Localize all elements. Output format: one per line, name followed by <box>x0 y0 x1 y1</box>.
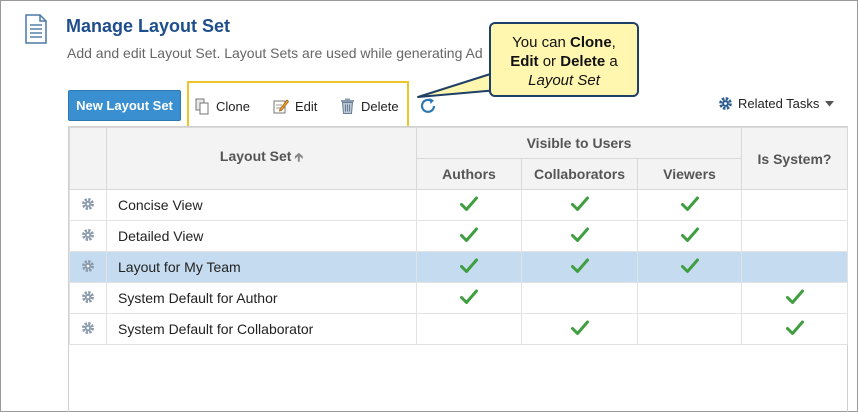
header-is-system[interactable]: Is System? <box>741 127 848 190</box>
callout-line-3: Layout Set <box>528 72 600 89</box>
refresh-icon[interactable] <box>418 96 438 116</box>
trash-icon <box>341 98 354 114</box>
row-gear-icon[interactable] <box>69 220 107 252</box>
clone-label: Clone <box>216 98 250 114</box>
clone-icon <box>195 98 209 114</box>
row-layout-set-name: System Default for Author <box>106 282 417 314</box>
check-icon <box>570 196 589 215</box>
header-actions <box>69 127 107 190</box>
row-collaborators-cell <box>521 251 638 283</box>
callout-line-2: Edit or Delete a <box>510 53 618 70</box>
chevron-down-icon <box>825 100 835 106</box>
delete-label: Delete <box>361 98 399 114</box>
row-layout-set-name: Detailed View <box>106 220 417 252</box>
check-icon <box>680 196 699 215</box>
callout-line-1: You can Clone, <box>512 34 616 51</box>
check-icon <box>460 258 478 277</box>
row-authors-cell <box>416 251 522 283</box>
edit-button[interactable]: Edit <box>273 96 317 116</box>
check-icon <box>460 227 478 246</box>
gear-icon <box>719 97 732 110</box>
header-layout-set[interactable]: Layout Set 🡱 <box>106 127 417 190</box>
check-icon <box>785 320 804 339</box>
row-authors-cell <box>416 313 522 345</box>
clone-button[interactable]: Clone <box>195 96 250 116</box>
row-layout-set-name: Concise View <box>106 189 417 221</box>
row-gear-icon[interactable] <box>69 313 107 345</box>
edit-label: Edit <box>295 98 318 114</box>
row-system-cell <box>741 220 848 252</box>
row-viewers-cell <box>637 189 742 221</box>
related-tasks-label: Related Tasks <box>738 96 820 111</box>
layout-set-grid: Layout Set 🡱 Visible to Users Is System? … <box>68 126 848 412</box>
row-gear-icon[interactable] <box>69 282 107 314</box>
page-title: Manage Layout Set <box>66 16 231 36</box>
row-authors-cell <box>416 189 522 221</box>
row-system-cell <box>741 282 848 314</box>
check-icon <box>460 196 478 215</box>
row-viewers-cell <box>637 282 742 314</box>
row-system-cell <box>741 313 848 345</box>
row-gear-icon[interactable] <box>69 189 107 221</box>
header-authors[interactable]: Authors <box>416 158 522 190</box>
header-visible-to-users: Visible to Users <box>416 127 742 159</box>
callout-note: You can Clone, Edit or Delete a Layout S… <box>489 22 639 97</box>
table-row[interactable]: Layout for My Team <box>69 251 848 283</box>
row-collaborators-cell <box>521 313 638 345</box>
table-row[interactable]: System Default for Collaborator <box>69 313 848 345</box>
sort-up-icon: 🡱 <box>294 150 304 164</box>
row-system-cell <box>741 251 848 283</box>
row-layout-set-name: System Default for Collaborator <box>106 313 417 345</box>
row-collaborators-cell <box>521 282 638 314</box>
check-icon <box>570 258 589 277</box>
page-subtitle: Add and edit Layout Set. Layout Sets are… <box>67 45 483 61</box>
document-icon <box>25 14 47 44</box>
row-viewers-cell <box>637 220 742 252</box>
row-authors-cell <box>416 220 522 252</box>
header-collaborators[interactable]: Collaborators <box>521 158 638 190</box>
table-row[interactable]: Concise View <box>69 189 848 221</box>
row-viewers-cell <box>637 251 742 283</box>
check-icon <box>680 258 699 277</box>
check-icon <box>460 289 478 308</box>
row-layout-set-name: Layout for My Team <box>106 251 417 283</box>
row-gear-icon[interactable] <box>69 251 107 283</box>
row-system-cell <box>741 189 848 221</box>
layout-set-table: Layout Set 🡱 Visible to Users Is System? … <box>69 127 848 345</box>
check-icon <box>570 320 589 339</box>
check-icon <box>680 227 699 246</box>
table-row[interactable]: Detailed View <box>69 220 848 252</box>
row-collaborators-cell <box>521 189 638 221</box>
delete-button[interactable]: Delete <box>340 96 399 116</box>
row-authors-cell <box>416 282 522 314</box>
header-viewers[interactable]: Viewers <box>637 158 742 190</box>
check-icon <box>785 289 804 308</box>
row-collaborators-cell <box>521 220 638 252</box>
new-layout-set-button[interactable]: New Layout Set <box>68 90 181 121</box>
edit-icon <box>273 99 289 114</box>
check-icon <box>570 227 589 246</box>
related-tasks-menu[interactable]: Related Tasks <box>718 96 835 111</box>
row-viewers-cell <box>637 313 742 345</box>
table-row[interactable]: System Default for Author <box>69 282 848 314</box>
